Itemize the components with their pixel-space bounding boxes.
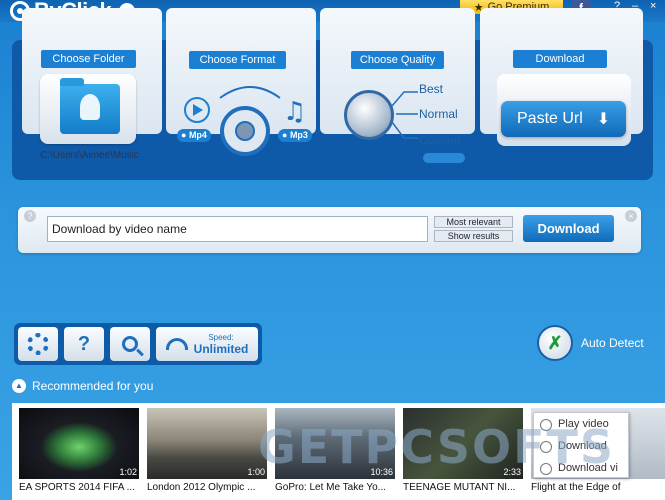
search-input[interactable] <box>47 216 428 242</box>
mp4-label: Mp4 <box>188 130 207 140</box>
folder-icon <box>60 78 120 134</box>
most-relevant-option[interactable]: Most relevant <box>434 216 513 228</box>
auto-detect-label: Auto Detect <box>581 336 644 350</box>
quality-custom-option[interactable]: Custom <box>419 133 460 147</box>
download-arrow-icon <box>80 94 100 120</box>
search-button[interactable] <box>110 327 150 361</box>
choose-folder-tab: Choose Folder <box>41 50 136 68</box>
custom-quality-slider[interactable] <box>423 153 465 163</box>
quality-best-option[interactable]: Best <box>419 82 443 96</box>
question-icon: ? <box>77 332 91 355</box>
choose-quality-tab: Choose Quality <box>351 51 444 69</box>
speed-label: Speed: <box>208 332 234 342</box>
folder-path: C:\Users\Aimee\Music <box>40 150 139 161</box>
recommended-title: Recommended for you <box>32 379 154 393</box>
format-selector-icon[interactable]: ♫ <box>180 78 310 163</box>
speed-limit-button[interactable]: Speed: Unlimited <box>156 327 258 361</box>
video-title[interactable]: EA SPORTS 2014 FIFA ... <box>19 482 139 493</box>
speedometer-icon <box>165 338 188 350</box>
auto-detect-icon: ✗ <box>537 325 573 361</box>
choose-folder-button[interactable] <box>40 74 136 144</box>
download-tab: Download <box>513 50 607 68</box>
gear-icon <box>27 333 49 355</box>
search-help-icon[interactable]: ? <box>24 210 36 222</box>
video-title[interactable]: GoPro: Let Me Take Yo... <box>275 482 395 493</box>
quality-knob[interactable] <box>344 90 394 140</box>
search-icon <box>122 336 138 352</box>
speed-value: Unlimited <box>193 341 249 356</box>
svg-text:♫: ♫ <box>283 97 306 127</box>
mp4-format-option[interactable]: ● Mp4 <box>177 129 211 142</box>
choose-format-tab: Choose Format <box>189 51 286 69</box>
quality-connector-lines <box>391 91 418 139</box>
settings-button[interactable] <box>18 327 58 361</box>
show-results-option[interactable]: Show results <box>434 230 513 242</box>
help-button[interactable]: ? <box>64 327 104 361</box>
video-title[interactable]: TEENAGE MUTANT NI... <box>403 482 523 493</box>
mp3-format-option[interactable]: ● Mp3 <box>278 129 312 142</box>
close-window-button[interactable]: × <box>650 0 656 12</box>
video-title[interactable]: Flight at the Edge of <box>531 482 665 493</box>
search-download-button[interactable]: Download <box>523 215 614 242</box>
watermark: GETPCSOFTS <box>258 420 616 474</box>
paste-url-label: Paste Url <box>517 110 583 127</box>
video-thumbnail[interactable]: 1:00 <box>147 408 267 479</box>
download-arrow-icon: ⬇ <box>596 111 611 128</box>
video-thumbnail[interactable]: 1:02 <box>19 408 139 479</box>
auto-detect-toggle[interactable]: ✗ Auto Detect <box>537 325 644 361</box>
mp3-label: Mp3 <box>289 130 308 140</box>
quality-normal-option[interactable]: Normal <box>419 107 458 121</box>
paste-url-button[interactable]: Paste Url ⬇ <box>501 101 626 137</box>
collapse-arrow-icon[interactable]: ▲ <box>12 379 26 393</box>
video-duration: 1:02 <box>119 467 137 477</box>
close-search-icon[interactable]: × <box>625 210 637 222</box>
video-title[interactable]: London 2012 Olympic ... <box>147 482 267 493</box>
recommended-header[interactable]: ▲ Recommended for you <box>12 379 153 393</box>
